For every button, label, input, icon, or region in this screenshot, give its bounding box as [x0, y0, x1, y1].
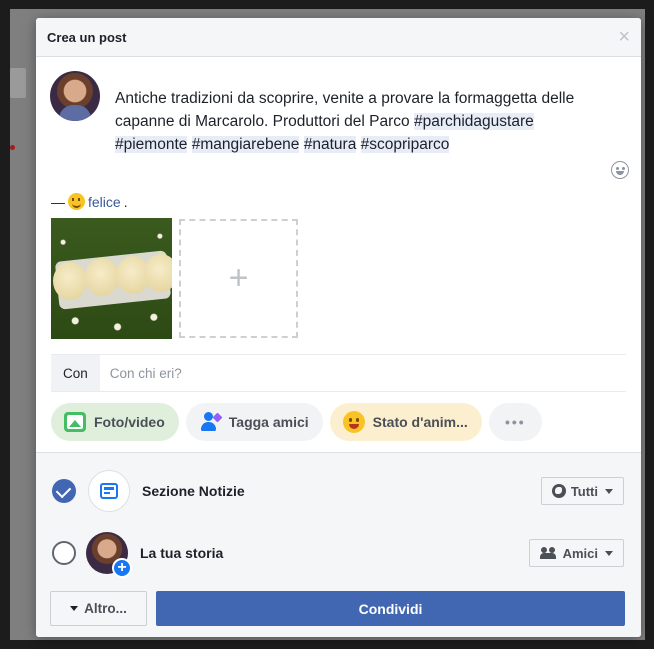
share-footer: Sezione Notizie Tutti + La tua storia Am…: [36, 452, 641, 637]
news-feed-label: Sezione Notizie: [142, 483, 245, 499]
tag-friends-icon: [199, 411, 223, 433]
add-photo-button[interactable]: +: [179, 219, 298, 338]
add-story-icon: +: [112, 558, 132, 578]
caret-down-icon: [70, 606, 79, 611]
smiley-face-icon: [342, 411, 365, 433]
photo-video-button[interactable]: Foto/video: [51, 403, 179, 441]
tag-friends-label: Tagga amici: [228, 414, 309, 430]
globe-icon: [551, 484, 566, 498]
background-element: [10, 68, 26, 98]
composer-actions: Foto/video Tagga amici Stato d'anim... •…: [51, 403, 542, 441]
emoji-picker-icon[interactable]: [611, 161, 629, 179]
with-label: Con: [51, 355, 100, 391]
audience-selector-friends[interactable]: Amici: [528, 539, 624, 567]
hashtag[interactable]: #scopriparco: [360, 136, 450, 153]
post-text[interactable]: Antiche tradizioni da scoprire, venite a…: [115, 87, 585, 156]
feeling-link[interactable]: felice: [88, 194, 121, 210]
dialog-header: Crea un post ×: [36, 18, 641, 57]
tag-friends-button[interactable]: Tagga amici: [185, 403, 323, 441]
photo-icon: [64, 412, 86, 432]
dialog-title: Crea un post: [47, 29, 127, 45]
plus-icon: +: [228, 259, 249, 297]
destination-news-feed[interactable]: Sezione Notizie Tutti: [52, 469, 624, 513]
create-post-dialog: Crea un post × Antiche tradizioni da sco…: [36, 18, 641, 637]
friends-icon: [539, 547, 558, 559]
more-button[interactable]: Altro...: [50, 591, 147, 626]
hashtag[interactable]: #piemonte: [115, 136, 188, 153]
close-icon[interactable]: ×: [618, 27, 630, 47]
audience-label: Amici: [562, 545, 598, 561]
feeling-suffix: .: [123, 193, 128, 210]
news-feed-icon-wrapper: [88, 470, 130, 512]
feeling-button-label: Stato d'anim...: [372, 414, 468, 430]
footer-buttons: Altro... Condividi: [50, 591, 625, 626]
photo-video-label: Foto/video: [94, 414, 165, 430]
destination-story[interactable]: + La tua storia Amici: [52, 531, 624, 578]
ellipsis-icon: •••: [504, 414, 526, 430]
caret-down-icon: [605, 550, 613, 556]
more-options-button[interactable]: •••: [488, 403, 542, 441]
with-friends-input[interactable]: [109, 365, 510, 381]
feeling-button[interactable]: Stato d'anim...: [329, 403, 482, 441]
background-notification-dot: [10, 145, 15, 150]
story-label: La tua storia: [140, 545, 224, 561]
post-composer[interactable]: Antiche tradizioni da scoprire, venite a…: [36, 57, 641, 179]
hashtag[interactable]: #mangiarebene: [191, 136, 300, 153]
news-feed-icon: [100, 483, 118, 499]
story-avatar: +: [86, 532, 132, 578]
audience-label: Tutti: [570, 483, 598, 499]
feeling-dash: —: [51, 193, 65, 210]
checkbox-unchecked-icon[interactable]: [52, 541, 76, 565]
hashtag[interactable]: #natura: [303, 136, 357, 153]
audience-selector-public[interactable]: Tutti: [540, 477, 624, 505]
with-friends-row: Con: [51, 354, 626, 392]
share-button[interactable]: Condividi: [156, 591, 625, 626]
checkbox-checked-icon[interactable]: [52, 479, 76, 503]
more-button-label: Altro...: [84, 601, 127, 616]
feeling-activity: — felice.: [51, 193, 128, 210]
smile-emoji-icon: [68, 193, 85, 210]
attached-photo-thumbnail[interactable]: [51, 218, 172, 339]
caret-down-icon: [605, 488, 613, 494]
avatar: [50, 71, 100, 121]
hashtag[interactable]: #parchidagustare: [413, 113, 534, 130]
